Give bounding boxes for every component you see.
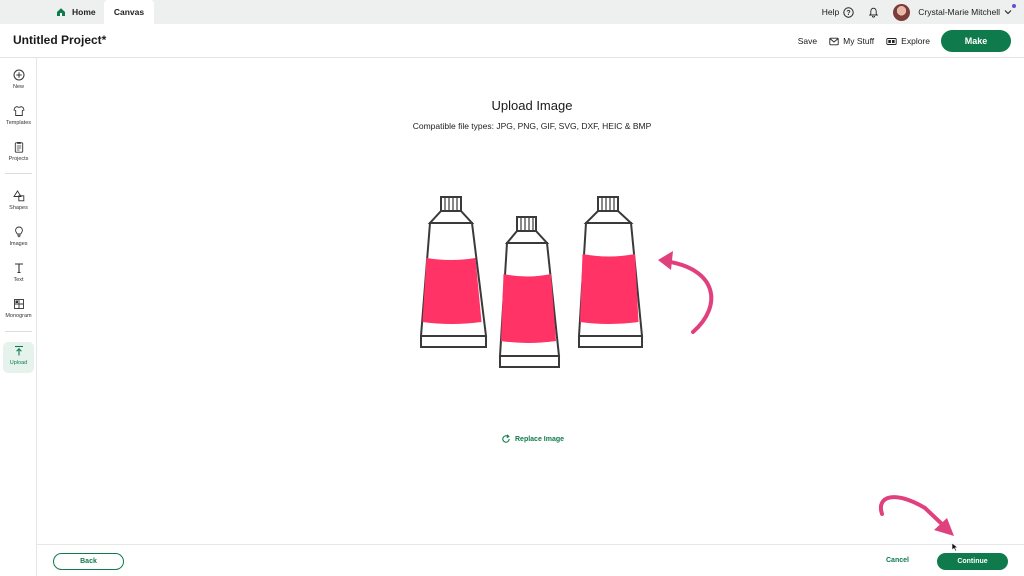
text-icon: [14, 263, 23, 274]
upload-icon: [14, 345, 23, 356]
user-name[interactable]: Crystal-Marie Mitchell: [918, 7, 1000, 17]
refresh-icon: [502, 434, 510, 443]
sidebar-item-label: Monogram: [5, 313, 32, 319]
make-button[interactable]: Make: [941, 30, 1011, 52]
help-button[interactable]: Help ?: [821, 6, 854, 18]
compatible-file-types: Compatible file types: JPG, PNG, GIF, SV…: [412, 121, 652, 131]
monogram-icon: [13, 299, 24, 309]
header-actions: Save My Stuff Explore: [798, 24, 930, 58]
tab-home[interactable]: Home: [56, 0, 96, 24]
my-stuff-label: My Stuff: [843, 36, 875, 46]
page-title: Upload Image: [491, 98, 573, 113]
tab-canvas[interactable]: Canvas: [104, 0, 154, 24]
sidebar-item-monogram[interactable]: Monogram: [3, 295, 34, 322]
sidebar-divider: [5, 331, 32, 332]
annotation-arrow: [658, 251, 714, 334]
top-right-controls: Help ? Crystal-Marie Mitchell: [821, 0, 1016, 24]
sidebar-item-images[interactable]: Images: [3, 223, 34, 250]
left-sidebar: New Templates Projects Shapes Images Tex…: [0, 58, 37, 576]
avatar[interactable]: [893, 3, 911, 21]
sidebar-item-label: Images: [9, 241, 28, 247]
envelope-icon: [829, 37, 839, 45]
replace-image-button[interactable]: Replace Image: [501, 434, 564, 444]
tab-bar: Home Canvas Help ? Crystal-Marie Mitchel…: [0, 0, 1024, 24]
sidebar-item-new[interactable]: New: [3, 66, 34, 93]
notifications-button[interactable]: [868, 7, 879, 18]
cancel-button[interactable]: Cancel: [886, 557, 909, 564]
sidebar-item-text[interactable]: Text: [3, 259, 34, 286]
continue-button[interactable]: Continue: [937, 553, 1008, 570]
tab-home-label: Home: [72, 7, 96, 17]
explore-icon: [886, 37, 897, 45]
sidebar-item-shapes[interactable]: Shapes: [3, 187, 34, 214]
paint-tube-middle: [498, 216, 561, 368]
project-title[interactable]: Untitled Project*: [13, 33, 106, 47]
annotation-arrow: [878, 495, 954, 536]
plus-circle-icon: [13, 69, 24, 81]
sidebar-item-label: Projects: [8, 156, 29, 162]
explore-label: Explore: [901, 36, 930, 46]
paint-tube-left: [419, 196, 488, 348]
chevron-down-icon[interactable]: [1004, 8, 1012, 16]
svg-text:?: ?: [847, 10, 851, 17]
lightbulb-icon: [14, 226, 23, 238]
bell-icon: [869, 7, 879, 18]
question-circle-icon: ?: [843, 6, 854, 18]
sidebar-item-projects[interactable]: Projects: [3, 138, 34, 165]
sidebar-item-upload[interactable]: Upload: [3, 342, 34, 373]
explore-button[interactable]: Explore: [886, 36, 930, 46]
shapes-icon: [12, 190, 24, 202]
footer-bar: Back Cancel Continue: [37, 544, 1024, 576]
tab-canvas-label: Canvas: [113, 7, 145, 17]
mouse-cursor-icon: [951, 542, 959, 552]
notification-dot: [1012, 4, 1016, 8]
sidebar-item-label: Upload: [9, 360, 28, 366]
sidebar-item-label: New: [12, 84, 24, 90]
save-button[interactable]: Save: [798, 36, 817, 46]
home-icon: [57, 8, 65, 16]
paint-tube-right: [577, 196, 644, 348]
sidebar-item-label: Shapes: [9, 205, 28, 211]
my-stuff-button[interactable]: My Stuff: [829, 36, 874, 46]
sidebar-item-label: Text: [13, 277, 24, 283]
replace-image-label: Replace Image: [515, 435, 565, 443]
clipboard-icon: [14, 142, 23, 153]
project-header: Untitled Project* Save My Stuff Explore …: [0, 24, 1024, 58]
help-label: Help: [821, 7, 840, 17]
back-button[interactable]: Back: [53, 553, 124, 570]
save-label: Save: [797, 36, 818, 46]
sidebar-divider: [5, 173, 32, 174]
